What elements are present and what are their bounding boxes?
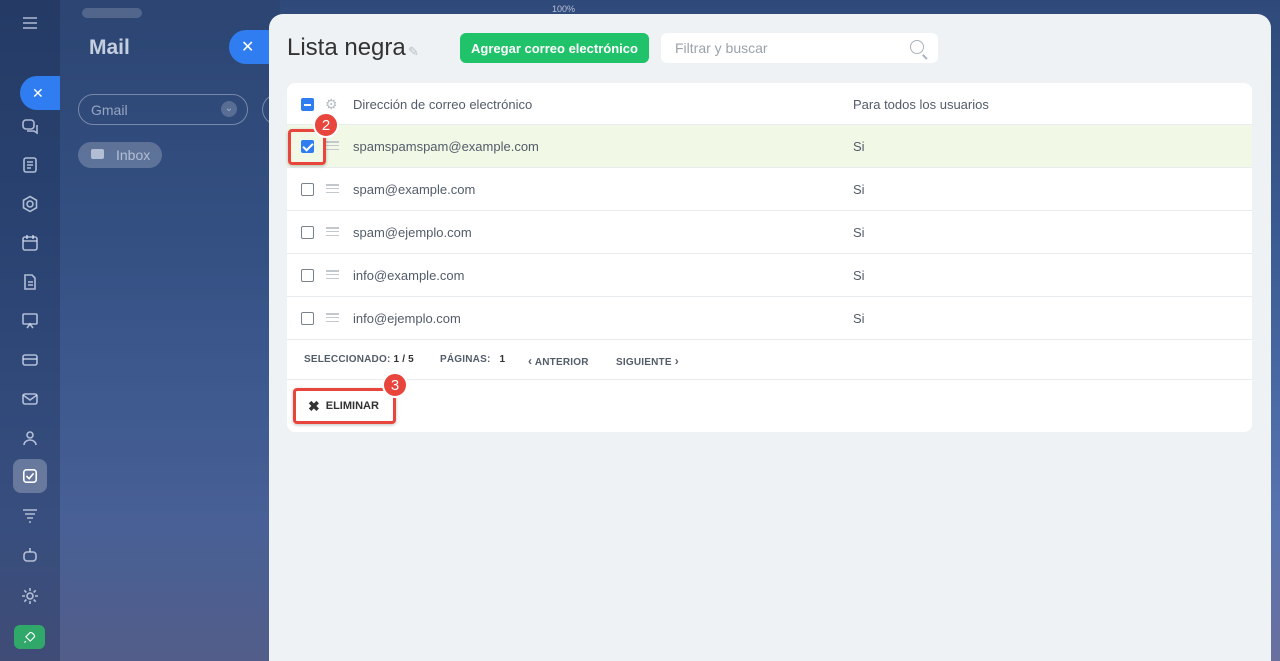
drag-handle-icon[interactable]: [326, 184, 339, 194]
presentation-icon[interactable]: [18, 309, 42, 333]
table-row[interactable]: spam@ejemplo.com Si: [287, 211, 1252, 254]
search-icon[interactable]: [910, 40, 924, 54]
drag-handle-icon[interactable]: [326, 141, 339, 151]
hexagon-icon[interactable]: [18, 192, 42, 216]
rail-close-icon[interactable]: ✕: [20, 76, 60, 110]
left-nav-rail: ✕: [0, 0, 60, 661]
row-all-users: Si: [853, 182, 865, 197]
prev-page-link[interactable]: ‹ ANTERIOR: [528, 354, 589, 368]
row-all-users: Si: [853, 311, 865, 326]
tasks-icon[interactable]: [13, 459, 47, 493]
row-email: spamspamspam@example.com: [353, 139, 539, 154]
rocket-icon[interactable]: [14, 625, 45, 649]
row-all-users: Si: [853, 225, 865, 240]
search-placeholder: Filtrar y buscar: [675, 40, 768, 56]
table-row[interactable]: info@ejemplo.com Si: [287, 297, 1252, 340]
envelope-icon: [91, 149, 104, 159]
chevron-left-icon: ‹: [528, 354, 533, 368]
row-checkbox[interactable]: [301, 269, 314, 282]
document-icon[interactable]: [18, 270, 42, 294]
step-badge-3: 3: [382, 372, 408, 398]
row-email: info@example.com: [353, 268, 465, 283]
menu-icon[interactable]: [18, 11, 42, 35]
top-pill: [82, 8, 142, 18]
inbox-button[interactable]: Inbox: [78, 142, 162, 168]
chevron-down-icon: ⌄: [221, 101, 237, 117]
table-row[interactable]: spamspamspam@example.com Si: [287, 125, 1252, 168]
blacklist-grid: ⚙ Dirección de correo electrónico Para t…: [287, 83, 1252, 432]
column-header-email[interactable]: Dirección de correo electrónico: [353, 97, 532, 112]
search-input[interactable]: Filtrar y buscar: [661, 33, 938, 63]
step-badge-2: 2: [313, 112, 339, 138]
select-all-checkbox[interactable]: [301, 98, 314, 111]
pin-icon[interactable]: ✎: [408, 44, 419, 60]
add-email-button[interactable]: Agregar correo electrónico: [460, 33, 649, 63]
column-header-all-users[interactable]: Para todos los usuarios: [853, 97, 989, 112]
mail-account-label: Gmail: [91, 102, 128, 118]
drag-handle-icon[interactable]: [326, 313, 339, 323]
action-bar: ✖ ELIMINAR: [287, 380, 1252, 432]
card-icon[interactable]: [18, 348, 42, 372]
highlight-delete: [293, 388, 396, 424]
row-email: spam@ejemplo.com: [353, 225, 472, 240]
grid-footer: SELECCIONADO: 1 / 5 PÁGINAS: 1 ‹ ANTERIO…: [287, 340, 1252, 380]
grid-header: ⚙ Dirección de correo electrónico Para t…: [287, 83, 1252, 125]
next-page-link[interactable]: SIGUIENTE ›: [616, 354, 679, 368]
gear-icon[interactable]: ⚙: [325, 96, 338, 113]
page-title: Lista negra: [287, 34, 406, 61]
feed-icon[interactable]: [18, 153, 42, 177]
chevron-right-icon: ›: [674, 354, 679, 368]
blacklist-slider: Lista negra ✎ Agregar correo electrónico…: [269, 14, 1271, 661]
chat-icon[interactable]: [18, 114, 42, 138]
inbox-label: Inbox: [116, 147, 151, 163]
filter-icon[interactable]: [18, 504, 42, 528]
row-checkbox[interactable]: [301, 312, 314, 325]
settings-icon[interactable]: [18, 584, 42, 608]
table-row[interactable]: spam@example.com Si: [287, 168, 1252, 211]
users-icon[interactable]: [18, 426, 42, 450]
mail-icon[interactable]: [18, 387, 42, 411]
mail-title: Mail: [89, 36, 130, 59]
table-row[interactable]: info@example.com Si: [287, 254, 1252, 297]
row-all-users: Si: [853, 139, 865, 154]
row-checkbox[interactable]: [301, 183, 314, 196]
selected-count: SELECCIONADO: 1 / 5: [304, 354, 414, 365]
robot-icon[interactable]: [18, 543, 42, 567]
zoom-label: 100%: [552, 4, 576, 14]
row-all-users: Si: [853, 268, 865, 283]
mail-account-select[interactable]: Gmail ⌄: [78, 94, 248, 125]
calendar-icon[interactable]: [18, 231, 42, 255]
row-checkbox[interactable]: [301, 226, 314, 239]
drag-handle-icon[interactable]: [326, 270, 339, 280]
close-icon: ✕: [241, 39, 255, 56]
row-email: info@ejemplo.com: [353, 311, 461, 326]
pages-count: PÁGINAS: 1: [440, 354, 506, 365]
drag-handle-icon[interactable]: [326, 227, 339, 237]
row-email: spam@example.com: [353, 182, 476, 197]
